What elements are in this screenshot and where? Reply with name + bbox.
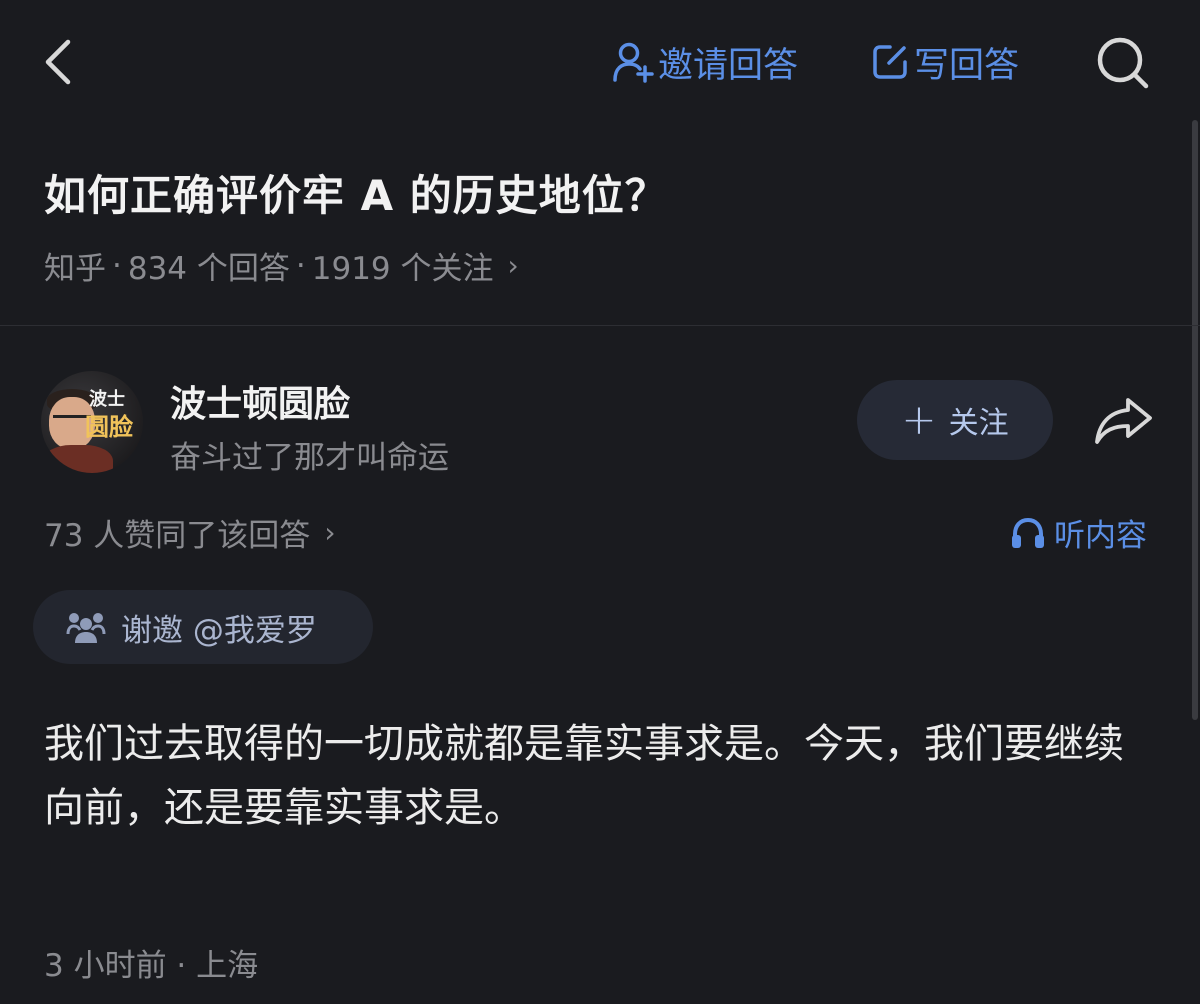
chevron-right-icon: › <box>324 516 336 549</box>
post-time-location: 3 小时前 · 上海 <box>44 948 259 984</box>
write-answer-button[interactable]: 写回答 <box>870 38 1019 86</box>
meta-separator: · <box>295 247 306 284</box>
listen-button[interactable]: 听内容 <box>1010 510 1147 555</box>
share-arrow-icon <box>1095 398 1152 444</box>
invite-answer-button[interactable]: 邀请回答 <box>612 38 798 86</box>
share-button[interactable] <box>1092 394 1156 448</box>
edit-icon <box>873 45 907 79</box>
thanks-invite-chip[interactable]: 谢邀 @我爱罗 <box>33 590 373 664</box>
question-title[interactable]: 如何正确评价牢 A 的历史地位？ <box>44 162 668 223</box>
people-icon <box>66 613 106 643</box>
follow-button[interactable]: + 关注 <box>857 380 1053 460</box>
author-name[interactable]: 波士顿圆脸 <box>170 375 350 427</box>
vote-count[interactable]: 73 人赞同了该回答 › <box>44 510 336 555</box>
headphones-icon <box>1012 517 1044 548</box>
divider <box>0 325 1200 326</box>
follow-label: 关注 <box>948 406 1009 441</box>
search-button[interactable] <box>1094 34 1154 90</box>
answers-count: 834 个回答 <box>127 251 290 287</box>
avatar-tag-line2: 圆脸 <box>85 413 133 441</box>
author-bio: 奋斗过了那才叫命运 <box>170 440 449 476</box>
thanks-text: 谢邀 @我爱罗 <box>121 612 317 649</box>
write-answer-label: 写回答 <box>914 45 1020 86</box>
avatar[interactable]: 波士 圆脸 <box>41 371 143 473</box>
add-user-icon <box>613 42 654 83</box>
invite-answer-label: 邀请回答 <box>658 45 799 86</box>
top-navigation-bar: 邀请回答 写回答 <box>0 0 1200 120</box>
back-button[interactable] <box>40 36 80 88</box>
followers-count: 1919 个关注 <box>311 251 494 287</box>
chevron-right-icon: › <box>507 249 519 282</box>
search-icon <box>1097 37 1149 89</box>
vote-count-label: 73 人赞同了该回答 <box>44 518 311 554</box>
listen-label: 听内容 <box>1054 518 1147 554</box>
chevron-left-icon <box>45 39 71 85</box>
question-meta[interactable]: 知乎 · 834 个回答 · 1919 个关注 › <box>44 243 519 288</box>
scrollbar[interactable] <box>1192 120 1198 720</box>
plus-icon: + <box>901 395 937 444</box>
avatar-body <box>43 445 113 473</box>
meta-separator: · <box>112 247 122 284</box>
answer-body: 我们过去取得的一切成就都是靠实事求是。今天，我们要继续向前，还是要靠实事求是。 <box>44 721 1124 831</box>
question-source: 知乎 <box>44 251 106 287</box>
